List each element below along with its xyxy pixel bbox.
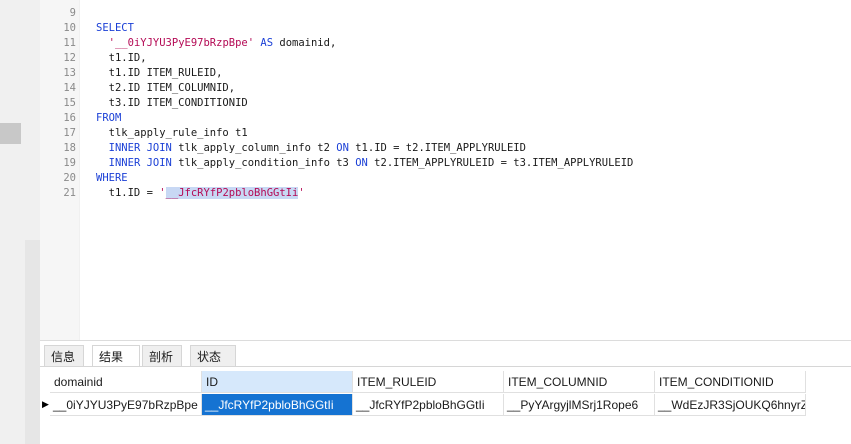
tab-1[interactable]: 结果 1 bbox=[92, 345, 140, 386]
code-line[interactable]: 21 t1.ID = '__JfcRYfP2pbloBhGGtIi' bbox=[40, 186, 851, 201]
tab-3[interactable]: 状态 bbox=[190, 345, 236, 367]
code-text: INNER JOIN tlk_apply_column_info t2 ON t… bbox=[96, 141, 526, 156]
line-number: 18 bbox=[63, 142, 76, 154]
code-line[interactable]: 20 WHERE bbox=[40, 171, 851, 186]
sql-string: ' bbox=[298, 187, 305, 199]
column-header[interactable]: ITEM_COLUMNID bbox=[504, 371, 655, 393]
scrollbar-thumb[interactable] bbox=[0, 123, 21, 144]
line-number: 19 bbox=[63, 157, 76, 169]
code-text: t1.ID, bbox=[96, 51, 147, 66]
sql-keyword: ON bbox=[336, 142, 349, 154]
sql-keyword: FROM bbox=[96, 112, 122, 124]
line-number: 14 bbox=[63, 82, 76, 94]
sql-token: t3.ID ITEM_CONDITIONID bbox=[96, 97, 248, 109]
tab-divider bbox=[40, 366, 851, 367]
table-cell[interactable]: __JfcRYfP2pbloBhGGtIi bbox=[202, 394, 353, 416]
line-number: 12 bbox=[63, 52, 76, 64]
sql-token: tlk_apply_column_info t2 bbox=[171, 142, 337, 154]
code-line[interactable]: 19 INNER JOIN tlk_apply_condition_info t… bbox=[40, 156, 851, 171]
line-number: 10 bbox=[63, 22, 76, 34]
sql-token: t1.ID, bbox=[96, 52, 147, 64]
left-scrollbar[interactable] bbox=[0, 0, 40, 444]
sql-keyword: WHERE bbox=[96, 172, 128, 184]
table-cell[interactable]: __WdEzJR3SjOUKQ6hnyrZ bbox=[655, 394, 806, 416]
sql-token: t2.ID ITEM_COLUMNID, bbox=[96, 82, 236, 94]
sql-string: ' bbox=[159, 187, 166, 199]
sql-token: tlk_apply_rule_info t1 bbox=[96, 127, 248, 139]
sql-string: __JfcRYfP2pbloBhGGtIi bbox=[165, 187, 299, 199]
sql-keyword: INNER JOIN bbox=[108, 157, 172, 169]
line-number: 21 bbox=[63, 187, 76, 199]
line-number: 13 bbox=[63, 67, 76, 79]
code-text: t1.ID ITEM_RULEID, bbox=[96, 66, 223, 81]
code-text: INNER JOIN tlk_apply_condition_info t3 O… bbox=[96, 156, 634, 171]
scrollbar-track[interactable] bbox=[25, 240, 40, 444]
code-line[interactable]: 11 '__0iYJYU3PyE97bRzpBpe' AS domainid, bbox=[40, 36, 851, 51]
tab-0[interactable]: 信息 bbox=[44, 345, 84, 367]
sql-token: t2.ITEM_APPLYRULEID = t3.ITEM_APPLYRULEI… bbox=[367, 157, 634, 169]
line-number: 15 bbox=[63, 97, 76, 109]
code-text: SELECT bbox=[96, 21, 134, 36]
sql-token: t1.ID = bbox=[96, 187, 160, 199]
line-number: 17 bbox=[63, 127, 76, 139]
line-number: 16 bbox=[63, 112, 76, 124]
code-text: t3.ID ITEM_CONDITIONID bbox=[96, 96, 248, 111]
table-cell[interactable]: __PyYArgyjlMSrj1Rope6 bbox=[504, 394, 655, 416]
line-number: 9 bbox=[69, 7, 76, 19]
sql-token: t1.ID ITEM_RULEID, bbox=[96, 67, 223, 79]
column-header[interactable]: ITEM_CONDITIONID bbox=[655, 371, 806, 393]
results-panel: 信息结果 1剖析状态 domainidIDITEM_RULEIDITEM_COL… bbox=[40, 340, 851, 444]
code-text: FROM bbox=[96, 111, 121, 126]
code-text: t2.ID ITEM_COLUMNID, bbox=[96, 81, 235, 96]
sql-editor[interactable]: 9 10 SELECT 11 '__0iYJYU3PyE97bRzpBpe' AS d… bbox=[40, 0, 851, 340]
code-line[interactable]: 12 t1.ID, bbox=[40, 51, 851, 66]
code-line[interactable]: 13 t1.ID ITEM_RULEID, bbox=[40, 66, 851, 81]
column-header[interactable]: ITEM_RULEID bbox=[353, 371, 504, 393]
code-line[interactable]: 9 bbox=[40, 6, 851, 21]
code-text: WHERE bbox=[96, 171, 128, 186]
code-text: '__0iYJYU3PyE97bRzpBpe' AS domainid, bbox=[96, 36, 337, 51]
table-cell[interactable]: __JfcRYfP2pbloBhGGtIi bbox=[353, 394, 504, 416]
column-header[interactable]: domainid bbox=[50, 371, 202, 393]
sql-string: '__0iYJYU3PyE97bRzpBpe' bbox=[108, 37, 255, 49]
code-line[interactable]: 17 tlk_apply_rule_info t1 bbox=[40, 126, 851, 141]
line-number: 20 bbox=[63, 172, 76, 184]
code-line[interactable]: 16 FROM bbox=[40, 111, 851, 126]
sql-token: domainid, bbox=[273, 37, 337, 49]
code-line[interactable]: 18 INNER JOIN tlk_apply_column_info t2 O… bbox=[40, 141, 851, 156]
table-cell[interactable]: __0iYJYU3PyE97bRzpBpe bbox=[50, 394, 202, 416]
sql-token: tlk_apply_condition_info t3 bbox=[171, 157, 356, 169]
sql-keyword: AS bbox=[260, 37, 274, 49]
sql-keyword: INNER JOIN bbox=[108, 142, 172, 154]
row-indicator-icon: ▶ bbox=[42, 400, 49, 410]
tab-2[interactable]: 剖析 bbox=[142, 345, 182, 367]
sql-keyword: ON bbox=[355, 157, 368, 169]
code-line[interactable]: 15 t3.ID ITEM_CONDITIONID bbox=[40, 96, 851, 111]
sql-keyword: SELECT bbox=[96, 22, 134, 34]
code-text: t1.ID = '__JfcRYfP2pbloBhGGtIi' bbox=[96, 186, 305, 201]
sql-token: t1.ID = t2.ITEM_APPLYRULEID bbox=[348, 142, 526, 154]
code-line[interactable]: 10 SELECT bbox=[40, 21, 851, 36]
column-header[interactable]: ID bbox=[202, 371, 353, 393]
code-text: tlk_apply_rule_info t1 bbox=[96, 126, 248, 141]
line-number: 11 bbox=[63, 37, 76, 49]
code-line[interactable]: 14 t2.ID ITEM_COLUMNID, bbox=[40, 81, 851, 96]
